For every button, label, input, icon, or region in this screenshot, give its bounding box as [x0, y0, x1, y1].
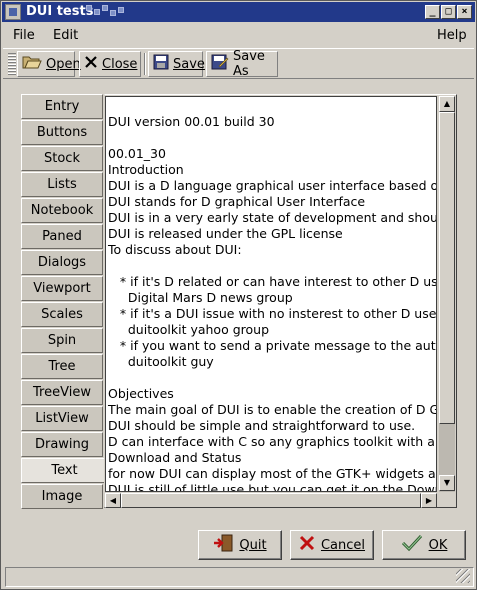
scroll-left-button[interactable]: ◀: [105, 493, 121, 508]
cancel-x-icon: [299, 535, 315, 555]
menu-file[interactable]: File: [8, 27, 40, 44]
text-line: DUI stands for D graphical User Interfac…: [108, 194, 366, 209]
text-line: 00.01_30: [108, 146, 166, 161]
tab-image[interactable]: Image: [21, 484, 103, 509]
tab-text[interactable]: Text: [21, 458, 107, 483]
text-line: duitoolkit guy: [108, 354, 214, 369]
maximize-button[interactable]: □: [441, 5, 456, 19]
tab-drawing[interactable]: Drawing: [21, 432, 103, 457]
quit-door-icon: [213, 534, 233, 556]
ok-label: OK: [428, 537, 448, 553]
open-button[interactable]: Open: [17, 51, 81, 77]
app-icon[interactable]: [5, 4, 21, 20]
text-line: * if it's D related or can have interest…: [108, 274, 437, 289]
tab-buttons[interactable]: Buttons: [21, 120, 103, 145]
folder-open-icon: [22, 54, 42, 74]
text-line: * if you want to send a private message …: [108, 338, 437, 353]
scroll-up-button[interactable]: ▲: [439, 96, 455, 112]
menu-help[interactable]: Help: [432, 27, 472, 44]
text-line: The main goal of DUI is to enable the cr…: [108, 402, 437, 417]
quit-label: Quit: [239, 537, 267, 553]
text-line: [108, 258, 436, 274]
text-line: * if it's a DUI issue with no insterest …: [108, 306, 437, 321]
toolbar-handle[interactable]: [8, 53, 16, 75]
tab-paned[interactable]: Paned: [21, 224, 103, 249]
quit-button[interactable]: Quit: [198, 530, 282, 560]
close-button[interactable]: Close: [79, 51, 141, 77]
tab-dialogs[interactable]: Dialogs: [21, 250, 103, 275]
window-title: DUI tests: [26, 4, 94, 19]
text-line: Introduction: [108, 162, 184, 177]
tab-scales[interactable]: Scales: [21, 302, 103, 327]
floppy-disk-icon: [153, 54, 169, 74]
menu-bar: File Edit Help: [2, 24, 475, 47]
tab-tree[interactable]: Tree: [21, 354, 103, 379]
ok-button[interactable]: OK: [382, 530, 466, 560]
text-line: duitoolkit yahoo group: [108, 322, 270, 337]
tab-treeview[interactable]: TreeView: [21, 380, 103, 405]
resize-grip-icon[interactable]: [456, 569, 470, 583]
cancel-button[interactable]: Cancel: [290, 530, 374, 560]
horizontal-scrollbar[interactable]: ◀ ▶: [105, 492, 437, 508]
minimize-button[interactable]: _: [425, 5, 440, 19]
tab-viewport[interactable]: Viewport: [21, 276, 103, 301]
notebook-tabs: Entry Buttons Stock Lists Notebook Paned Dialo…: [21, 94, 107, 514]
toolbar-separator: [144, 53, 146, 75]
toolbar: Open Close Save Save As: [3, 48, 474, 79]
text-view[interactable]: DUI version 00.01 build 30 00.01_30 Introd…: [105, 96, 437, 492]
save-as-icon: [211, 54, 229, 74]
tab-listview[interactable]: ListView: [21, 406, 103, 431]
text-line: DUI should be simple and straightforward…: [108, 418, 416, 433]
text-line: D can interface with C so any graphics t…: [108, 434, 437, 449]
status-bar: [5, 567, 474, 587]
text-line: for now DUI can display most of the GTK+…: [108, 466, 437, 481]
text-line: DUI is in a very early state of developm…: [108, 210, 437, 225]
open-label: Open: [46, 56, 81, 72]
vertical-scrollbar[interactable]: ▲ ▼: [438, 96, 455, 492]
close-window-button[interactable]: ×: [457, 5, 472, 19]
tab-lists[interactable]: Lists: [21, 172, 103, 197]
save-label: Save: [173, 56, 205, 72]
text-view-content[interactable]: DUI version 00.01 build 30 00.01_30 Introd…: [108, 114, 437, 492]
scroll-down-button[interactable]: ▼: [439, 475, 455, 491]
text-line: Download and Status: [108, 450, 242, 465]
title-decoration: [86, 5, 126, 19]
tab-notebook[interactable]: Notebook: [21, 198, 103, 223]
text-line: [108, 130, 436, 146]
close-x-icon: [84, 55, 98, 73]
text-line: DUI version 00.01 build 30: [108, 114, 275, 129]
title-bar[interactable]: DUI tests _ □ ×: [2, 2, 475, 22]
close-label: Close: [102, 56, 138, 72]
text-line: DUI is a D language graphical user inter…: [108, 178, 437, 193]
cancel-label: Cancel: [320, 537, 366, 553]
main-window: DUI tests _ □ × File Edit Help Open Clos…: [0, 0, 477, 590]
text-line: Digital Mars D news group: [108, 290, 293, 305]
text-line: DUI is released under the GPL license: [108, 226, 343, 241]
text-line: DUI is still of little use but you can g…: [108, 482, 437, 492]
tab-entry[interactable]: Entry: [21, 94, 103, 119]
text-line: [108, 370, 436, 386]
tab-spin-buttons[interactable]: Spin Buttons: [21, 328, 103, 371]
save-as-button[interactable]: Save As: [206, 49, 278, 79]
text-line: Objectives: [108, 386, 174, 401]
menu-edit[interactable]: Edit: [48, 27, 83, 44]
save-button[interactable]: Save: [148, 51, 205, 77]
text-line: To discuss about DUI:: [108, 242, 242, 257]
vertical-scroll-thumb[interactable]: [439, 112, 455, 424]
ok-check-icon: [401, 534, 423, 556]
tab-stock[interactable]: Stock: [21, 146, 103, 171]
scroll-right-button[interactable]: ▶: [421, 493, 437, 508]
save-as-label: Save As: [233, 49, 265, 79]
horizontal-scroll-thumb[interactable]: [121, 493, 421, 508]
